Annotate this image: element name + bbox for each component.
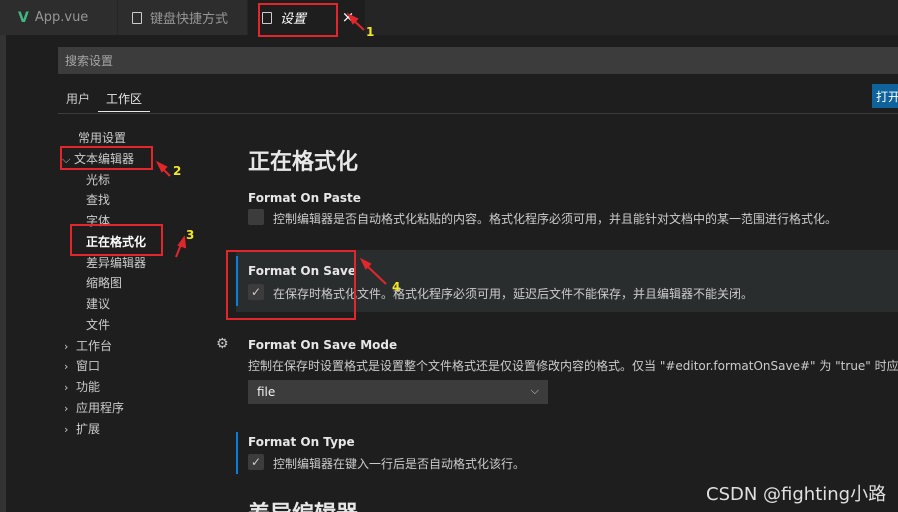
annotation-number-4: 4 (392, 280, 401, 294)
setting-description: 控制在保存时设置格式是设置整个文件格式还是仅设置修改内容的格式。仅当 "#edi… (248, 359, 898, 373)
toc-item-label: 光标 (86, 173, 111, 187)
toc-item-label: 查找 (86, 193, 111, 207)
annotation-number-3: 3 (186, 228, 195, 242)
watermark-text: CSDN @fighting小路 (706, 484, 887, 505)
toc-item-suggestions[interactable]: 建议 (86, 294, 110, 314)
annotation-box-4 (226, 250, 356, 320)
annotation-arrowhead-2 (155, 160, 168, 173)
settings-scope-tabs: 用户 工作区 (58, 86, 151, 112)
setting-format-on-paste: Format On Paste 控制编辑器是否自动格式化粘贴的内容。格式化程序必… (236, 186, 898, 236)
toc-item-files[interactable]: 文件 (86, 315, 110, 335)
gear-icon[interactable]: ⚙ (216, 336, 229, 352)
toc-item-common[interactable]: 常用设置 (78, 128, 126, 148)
toc-item-label: 应用程序 (76, 401, 125, 415)
toc-item-label: 文件 (86, 318, 111, 332)
format-on-paste-checkbox[interactable] (248, 209, 264, 225)
vue-logo-icon: V (18, 9, 29, 26)
header-divider (58, 113, 898, 114)
modified-indicator (236, 432, 238, 474)
toc-item-extensions[interactable]: › 扩展 (64, 419, 100, 439)
settings-search-input[interactable] (59, 48, 897, 73)
editor-tab-bar: V App.vue 键盘快捷方式 设置 × (0, 0, 898, 35)
format-on-save-mode-select[interactable]: file ⌵ (248, 380, 548, 404)
setting-description: 控制编辑器在键入一行后是否自动格式化该行。 (273, 457, 526, 471)
toc-item-label: 缩略图 (86, 276, 123, 290)
chevron-right-icon: › (64, 340, 69, 353)
select-value: file (257, 385, 276, 399)
annotation-arrow-2 (159, 165, 171, 177)
file-icon (132, 11, 142, 24)
open-settings-json-button[interactable]: 打开 (872, 84, 898, 108)
setting-description: 控制编辑器是否自动格式化粘贴的内容。格式化程序必须可用，并且能针对文档中的某一范… (273, 212, 838, 226)
toc-item-application[interactable]: › 应用程序 (64, 398, 124, 418)
setting-title: Format On Paste (248, 191, 361, 205)
toc-item-label: 建议 (86, 297, 111, 311)
tab-label: App.vue (34, 10, 89, 25)
toc-item-window[interactable]: › 窗口 (64, 356, 100, 376)
toc-item-find[interactable]: 查找 (86, 190, 110, 210)
setting-title: Format On Type (248, 435, 355, 449)
annotation-box-3 (70, 224, 163, 256)
toc-item-diff-editor[interactable]: 差异编辑器 (86, 253, 146, 273)
annotation-number-2: 2 (173, 164, 182, 178)
chevron-right-icon: › (64, 423, 69, 436)
toc-item-workbench[interactable]: › 工作台 (64, 336, 112, 356)
annotation-arrowhead-3 (177, 235, 187, 249)
chevron-right-icon: › (64, 402, 69, 415)
chevron-right-icon: › (64, 360, 69, 373)
activity-bar (0, 35, 6, 512)
annotation-box-2 (60, 146, 153, 170)
tab-label: 键盘快捷方式 (150, 12, 229, 27)
setting-format-on-type: Format On Type ✓ 控制编辑器在键入一行后是否自动格式化该行。 (236, 430, 898, 480)
toc-item-label: 工作台 (76, 339, 113, 353)
toc-item-label: 常用设置 (78, 131, 127, 145)
chevron-right-icon: › (64, 381, 69, 394)
settings-search-box (58, 47, 898, 74)
toc-item-label: 功能 (76, 380, 101, 394)
chevron-down-icon: ⌵ (530, 384, 539, 397)
setting-format-on-save-mode: Format On Save Mode 控制在保存时设置格式是设置整个文件格式还… (236, 330, 898, 410)
format-on-type-checkbox[interactable]: ✓ (248, 454, 264, 470)
toc-item-label: 扩展 (76, 422, 101, 436)
checkmark-icon: ✓ (250, 455, 262, 469)
section-title: 正在格式化 (248, 150, 359, 175)
setting-title: Format On Save Mode (248, 338, 398, 352)
annotation-number-1: 1 (366, 25, 375, 39)
tab-app-vue[interactable]: V App.vue (0, 0, 118, 35)
close-icon[interactable]: × (340, 8, 356, 26)
annotation-box-1 (258, 3, 338, 37)
scope-tab-workspace[interactable]: 工作区 (98, 86, 151, 112)
toc-item-features[interactable]: › 功能 (64, 377, 100, 397)
toc-item-label: 差异编辑器 (86, 256, 147, 270)
toc-item-minimap[interactable]: 缩略图 (86, 273, 122, 293)
next-section-title: 差异编辑器 (248, 496, 358, 512)
toc-item-label: 窗口 (76, 359, 101, 373)
scope-tab-user[interactable]: 用户 (58, 86, 98, 112)
annotation-arrow-3 (175, 241, 183, 258)
tab-keyboard-shortcuts[interactable]: 键盘快捷方式 (118, 0, 248, 35)
toc-item-cursor[interactable]: 光标 (86, 170, 110, 190)
